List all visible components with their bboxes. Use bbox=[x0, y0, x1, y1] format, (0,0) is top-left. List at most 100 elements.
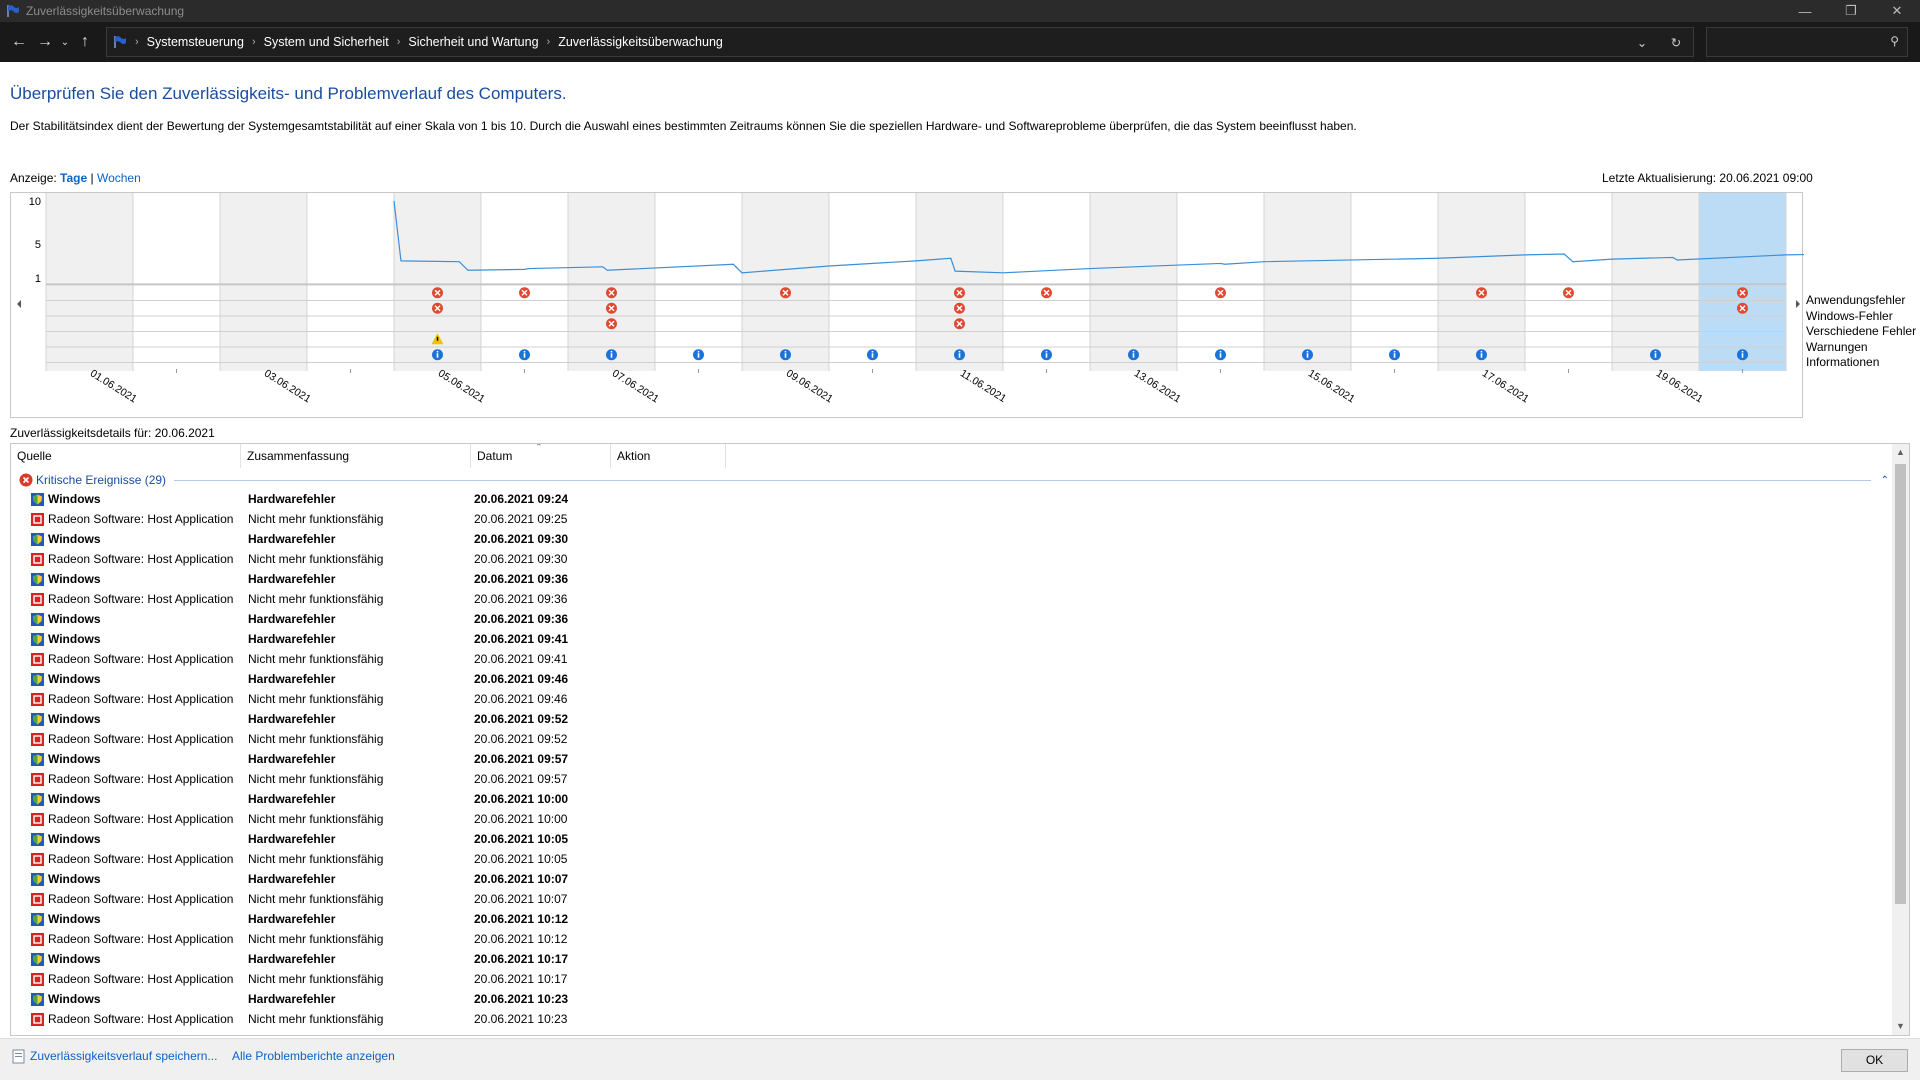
table-row[interactable]: Radeon Software: Host Application Nicht m… bbox=[11, 889, 1891, 909]
table-row[interactable]: Radeon Software: Host Application Nicht m… bbox=[11, 649, 1891, 669]
group-critical-events[interactable]: Kritische Ereignisse (29) ⌃ bbox=[19, 470, 1889, 490]
table-row[interactable]: Radeon Software: Host Application Nicht m… bbox=[11, 1009, 1891, 1029]
breadcrumb-sicherheit-und-wartung[interactable]: Sicherheit und Wartung bbox=[408, 35, 538, 49]
table-row[interactable]: Radeon Software: Host Application Nicht m… bbox=[11, 969, 1891, 989]
reliability-chart[interactable]: 10 5 1 01.06.2021 03.06.2021 05.06.2021 07.06.… bbox=[10, 192, 1869, 419]
reliability-chart-svg[interactable]: 10 5 1 01.06.2021 03.06.2021 05.06.2021 07.06.… bbox=[11, 193, 1869, 419]
day-column[interactable] bbox=[1699, 193, 1786, 371]
column-action[interactable]: Aktion bbox=[611, 444, 726, 468]
table-row[interactable]: Windows Hardwarefehler 20.06.2021 10:05 bbox=[11, 829, 1891, 849]
vertical-scrollbar[interactable]: ▲ ▼ bbox=[1892, 444, 1909, 1035]
day-column[interactable] bbox=[568, 193, 655, 371]
column-summary[interactable]: Zusammenfassung bbox=[241, 444, 471, 468]
view-weeks-link[interactable]: Wochen bbox=[97, 171, 141, 185]
address-dropdown-icon[interactable]: ⌄ bbox=[1625, 35, 1659, 50]
row-summary: Hardwarefehler bbox=[248, 752, 336, 766]
collapse-chevron-icon[interactable]: ⌃ bbox=[1881, 475, 1889, 486]
day-column[interactable] bbox=[133, 193, 220, 371]
day-column[interactable] bbox=[829, 193, 916, 371]
table-row[interactable]: Radeon Software: Host Application Nicht m… bbox=[11, 809, 1891, 829]
column-date[interactable]: Datum ⌃ bbox=[471, 444, 611, 468]
forward-arrow-icon[interactable]: → bbox=[32, 27, 58, 57]
search-input[interactable]: ⚲ bbox=[1706, 27, 1908, 57]
table-row[interactable]: Radeon Software: Host Application Nicht m… bbox=[11, 769, 1891, 789]
table-row[interactable]: Windows Hardwarefehler 20.06.2021 09:46 bbox=[11, 669, 1891, 689]
column-source[interactable]: Quelle bbox=[11, 444, 241, 468]
windows-shield-icon bbox=[31, 532, 44, 546]
day-column[interactable] bbox=[307, 193, 394, 371]
table-row[interactable]: Windows Hardwarefehler 20.06.2021 09:57 bbox=[11, 749, 1891, 769]
chevron-right-icon[interactable]: › bbox=[135, 36, 139, 48]
table-row[interactable]: Radeon Software: Host Application Nicht m… bbox=[11, 589, 1891, 609]
day-column[interactable] bbox=[655, 193, 742, 371]
table-row[interactable]: Windows Hardwarefehler 20.06.2021 10:23 bbox=[11, 989, 1891, 1009]
recent-chevron-icon[interactable]: ⌄ bbox=[58, 27, 72, 57]
legend-information: Informationen bbox=[1806, 355, 1880, 369]
table-header: Quelle Zusammenfassung Datum ⌃ Aktion bbox=[11, 444, 1891, 468]
minimize-icon[interactable]: — bbox=[1782, 0, 1828, 22]
day-column[interactable] bbox=[46, 193, 133, 371]
table-row[interactable]: Windows Hardwarefehler 20.06.2021 09:24 bbox=[11, 489, 1891, 509]
table-row[interactable]: Radeon Software: Host Application Nicht m… bbox=[11, 509, 1891, 529]
table-row[interactable]: Windows Hardwarefehler 20.06.2021 09:36 bbox=[11, 569, 1891, 589]
breadcrumb-system-und-sicherheit[interactable]: System und Sicherheit bbox=[264, 35, 389, 49]
scroll-thumb[interactable] bbox=[1895, 464, 1906, 904]
view-selector: Anzeige: Tage | Wochen bbox=[10, 171, 141, 185]
day-column[interactable] bbox=[916, 193, 1003, 371]
breadcrumb-zuverlaessigkeitsueberwachung[interactable]: Zuverlässigkeitsüberwachung bbox=[558, 35, 723, 49]
day-column[interactable] bbox=[1525, 193, 1612, 371]
up-arrow-icon[interactable]: ↑ bbox=[72, 27, 98, 57]
row-summary: Hardwarefehler bbox=[248, 532, 336, 546]
all-reports-link[interactable]: Alle Problemberichte anzeigen bbox=[232, 1049, 395, 1063]
scroll-left-icon[interactable] bbox=[17, 300, 21, 308]
y-tick-label: 5 bbox=[35, 239, 41, 251]
day-column[interactable] bbox=[1351, 193, 1438, 371]
back-arrow-icon[interactable]: ← bbox=[6, 27, 32, 57]
day-column[interactable] bbox=[1177, 193, 1264, 371]
x-tick-label: 15.06.2021 bbox=[1306, 367, 1357, 405]
scroll-down-icon[interactable]: ▼ bbox=[1892, 1018, 1909, 1035]
day-column[interactable] bbox=[742, 193, 829, 371]
restore-icon[interactable]: ❐ bbox=[1828, 0, 1874, 22]
row-source-text: Windows bbox=[48, 612, 101, 626]
breadcrumb-systemsteuerung[interactable]: Systemsteuerung bbox=[147, 35, 244, 49]
row-date: 20.06.2021 10:23 bbox=[474, 1012, 568, 1026]
chevron-right-icon[interactable]: › bbox=[252, 36, 256, 48]
chevron-right-icon[interactable]: › bbox=[547, 36, 551, 48]
day-column[interactable] bbox=[1264, 193, 1351, 371]
address-bar[interactable]: › Systemsteuerung › System und Sicherhei… bbox=[106, 27, 1694, 57]
view-days-link[interactable]: Tage bbox=[60, 171, 87, 185]
day-column[interactable] bbox=[1003, 193, 1090, 371]
day-column[interactable] bbox=[1438, 193, 1525, 371]
day-column[interactable] bbox=[1090, 193, 1177, 371]
table-row[interactable]: Radeon Software: Host Application Nicht m… bbox=[11, 689, 1891, 709]
table-row[interactable]: Windows Hardwarefehler 20.06.2021 09:30 bbox=[11, 529, 1891, 549]
table-row[interactable]: Windows Hardwarefehler 20.06.2021 10:07 bbox=[11, 869, 1891, 889]
table-rows: Windows Hardwarefehler 20.06.2021 09:24 Rad… bbox=[11, 489, 1891, 1029]
day-column[interactable] bbox=[220, 193, 307, 371]
table-row[interactable]: Windows Hardwarefehler 20.06.2021 09:52 bbox=[11, 709, 1891, 729]
day-column[interactable] bbox=[1612, 193, 1699, 371]
close-icon[interactable]: ✕ bbox=[1874, 0, 1920, 22]
table-row[interactable]: Radeon Software: Host Application Nicht m… bbox=[11, 849, 1891, 869]
windows-shield-icon bbox=[31, 752, 44, 766]
chevron-right-icon[interactable]: › bbox=[397, 36, 401, 48]
day-column[interactable] bbox=[481, 193, 568, 371]
day-column[interactable] bbox=[394, 193, 481, 371]
row-source-text: Radeon Software: Host Application bbox=[48, 592, 234, 606]
table-row[interactable]: Windows Hardwarefehler 20.06.2021 10:00 bbox=[11, 789, 1891, 809]
x-tick-label: 09.06.2021 bbox=[784, 367, 835, 405]
page-description: Der Stabilitätsindex dient der Bewertung… bbox=[10, 119, 1357, 133]
scroll-up-icon[interactable]: ▲ bbox=[1892, 444, 1909, 461]
table-row[interactable]: Radeon Software: Host Application Nicht m… bbox=[11, 729, 1891, 749]
table-row[interactable]: Windows Hardwarefehler 20.06.2021 09:41 bbox=[11, 629, 1891, 649]
ok-button[interactable]: OK bbox=[1841, 1049, 1908, 1072]
table-row[interactable]: Radeon Software: Host Application Nicht m… bbox=[11, 929, 1891, 949]
table-row[interactable]: Windows Hardwarefehler 20.06.2021 10:17 bbox=[11, 949, 1891, 969]
table-row[interactable]: Windows Hardwarefehler 20.06.2021 10:12 bbox=[11, 909, 1891, 929]
scroll-right-icon[interactable] bbox=[1796, 300, 1800, 308]
refresh-icon[interactable]: ↻ bbox=[1659, 35, 1693, 50]
table-row[interactable]: Radeon Software: Host Application Nicht m… bbox=[11, 549, 1891, 569]
table-row[interactable]: Windows Hardwarefehler 20.06.2021 09:36 bbox=[11, 609, 1891, 629]
save-history-link[interactable]: Zuverlässigkeitsverlauf speichern... bbox=[30, 1049, 217, 1063]
